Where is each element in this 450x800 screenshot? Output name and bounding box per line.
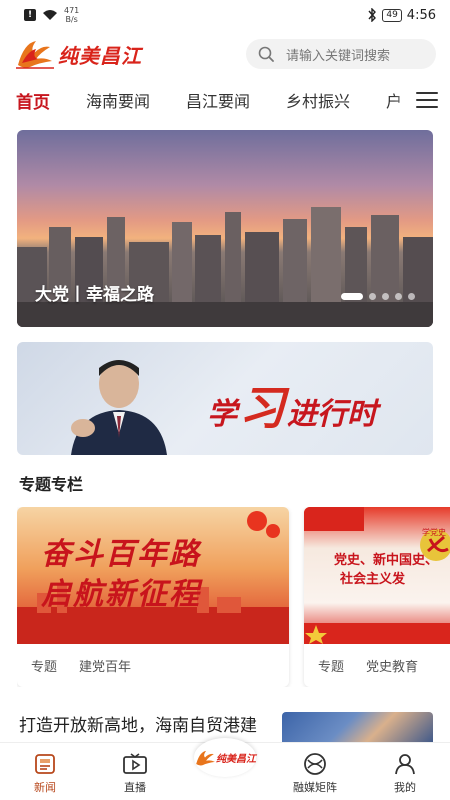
tv-play-icon — [123, 753, 147, 774]
tabs-menu-area — [394, 80, 450, 120]
banner-line-2: 启航新征程 — [41, 577, 201, 612]
network-speed-unit: B/s — [65, 15, 78, 24]
clock: 4:56 — [406, 7, 436, 23]
nav-news[interactable]: 新闻 — [0, 742, 90, 800]
user-icon — [395, 754, 415, 775]
topic-card-meta: 专题 党史教育 — [304, 644, 450, 687]
banner-line-1: 党史、新中国史、 — [334, 553, 439, 568]
news-icon — [35, 754, 55, 774]
study-text-part1: 学 — [207, 397, 237, 432]
topic-card-banner-text: 党史、新中国史、 社会主义发 — [334, 551, 438, 589]
study-slogan: 学 习 进行时 — [207, 372, 377, 438]
phoenix-logo-icon — [196, 750, 215, 766]
app-logo[interactable]: 纯美昌江 — [14, 37, 142, 71]
study-text-part2: 习 — [239, 381, 285, 435]
study-banner[interactable]: 学 习 进行时 — [17, 342, 433, 455]
section-title: 专题专栏 — [19, 475, 84, 494]
menu-icon[interactable] — [416, 92, 438, 108]
tab-changjiang-news[interactable]: 昌江要闻 — [186, 88, 250, 112]
channel-tabs: 首页 海南要闻 昌江要闻 乡村振兴 户 — [0, 80, 450, 120]
topic-card-badge: 学党史 — [422, 528, 446, 537]
media-matrix-icon — [304, 753, 326, 775]
topic-card[interactable]: 奋斗百年路 启航新征程 专题 建党百年 — [17, 507, 289, 687]
nav-profile[interactable]: 我的 — [360, 742, 450, 800]
carousel-dot[interactable] — [382, 293, 389, 300]
banner-line-1: 奋斗百年路 — [41, 537, 201, 572]
hero-carousel[interactable]: 大党丨幸福之路 — [17, 130, 433, 327]
topic-card-name: 建党百年 — [79, 660, 132, 675]
banner-line-2: 社会主义发 — [340, 572, 406, 587]
topic-card-meta: 专题 建党百年 — [17, 644, 289, 687]
carousel-dot[interactable] — [395, 293, 402, 300]
tab-home[interactable]: 首页 — [16, 88, 50, 113]
logo-text: 纯美昌江 — [58, 43, 142, 68]
status-bar: ! 471 B/s 49 4:56 — [0, 0, 450, 30]
network-speed-value: 471 — [64, 6, 80, 15]
bluetooth-icon — [368, 8, 377, 22]
center-logo-button[interactable]: 纯美昌江 — [194, 738, 256, 777]
phoenix-logo-icon — [16, 41, 54, 69]
center-logo-text: 纯美昌江 — [216, 754, 256, 765]
study-text-part3: 进行时 — [287, 397, 377, 432]
nav-media-matrix[interactable]: 融媒矩阵 — [270, 742, 360, 800]
carousel-indicator — [341, 293, 415, 300]
network-speed: 471 B/s — [64, 6, 79, 24]
carousel-dot[interactable] — [341, 293, 363, 300]
alert-icon: ! — [24, 9, 36, 21]
bottom-navigation: 新闻 直播 纯美昌江 融媒矩阵 我的 — [0, 738, 450, 800]
nav-label: 直播 — [124, 781, 146, 794]
topic-card-banner-text: 奋斗百年路 启航新征程 — [41, 535, 201, 615]
nav-home-logo[interactable]: 纯美昌江 — [180, 738, 270, 800]
search-input[interactable]: 请输入关键词搜索 — [246, 39, 436, 69]
topic-card-image: 奋斗百年路 启航新征程 — [17, 507, 289, 644]
nav-label: 新闻 — [34, 781, 56, 794]
topic-card[interactable]: 学党史 党史、新中国史、 社会主义发 专题 党史教育 — [304, 507, 450, 687]
carousel-dot[interactable] — [408, 293, 415, 300]
topic-card-tag: 专题 — [318, 660, 345, 675]
topic-card-tag: 专题 — [31, 660, 58, 675]
nav-label: 我的 — [394, 781, 416, 794]
speaker-portrait-image — [71, 360, 167, 455]
wifi-icon — [43, 10, 57, 20]
carousel-dot[interactable] — [369, 293, 376, 300]
city-skyline-image — [17, 207, 433, 327]
hero-caption: 大党丨幸福之路 — [35, 285, 154, 305]
header: 纯美昌江 请输入关键词搜索 — [0, 34, 450, 74]
battery-indicator: 49 — [382, 8, 402, 22]
search-icon — [258, 46, 274, 62]
tab-hainan-news[interactable]: 海南要闻 — [86, 88, 150, 112]
topic-card-image: 学党史 党史、新中国史、 社会主义发 — [304, 507, 450, 644]
search-placeholder: 请输入关键词搜索 — [286, 48, 391, 64]
nav-live[interactable]: 直播 — [90, 742, 180, 800]
tab-rural-revitalization[interactable]: 乡村振兴 — [286, 88, 350, 112]
topic-cards: 奋斗百年路 启航新征程 专题 建党百年 学党史 党史、新中国史、 社会主义发 专… — [17, 507, 450, 687]
nav-label: 融媒矩阵 — [293, 781, 337, 794]
topic-card-name: 党史教育 — [366, 660, 419, 675]
